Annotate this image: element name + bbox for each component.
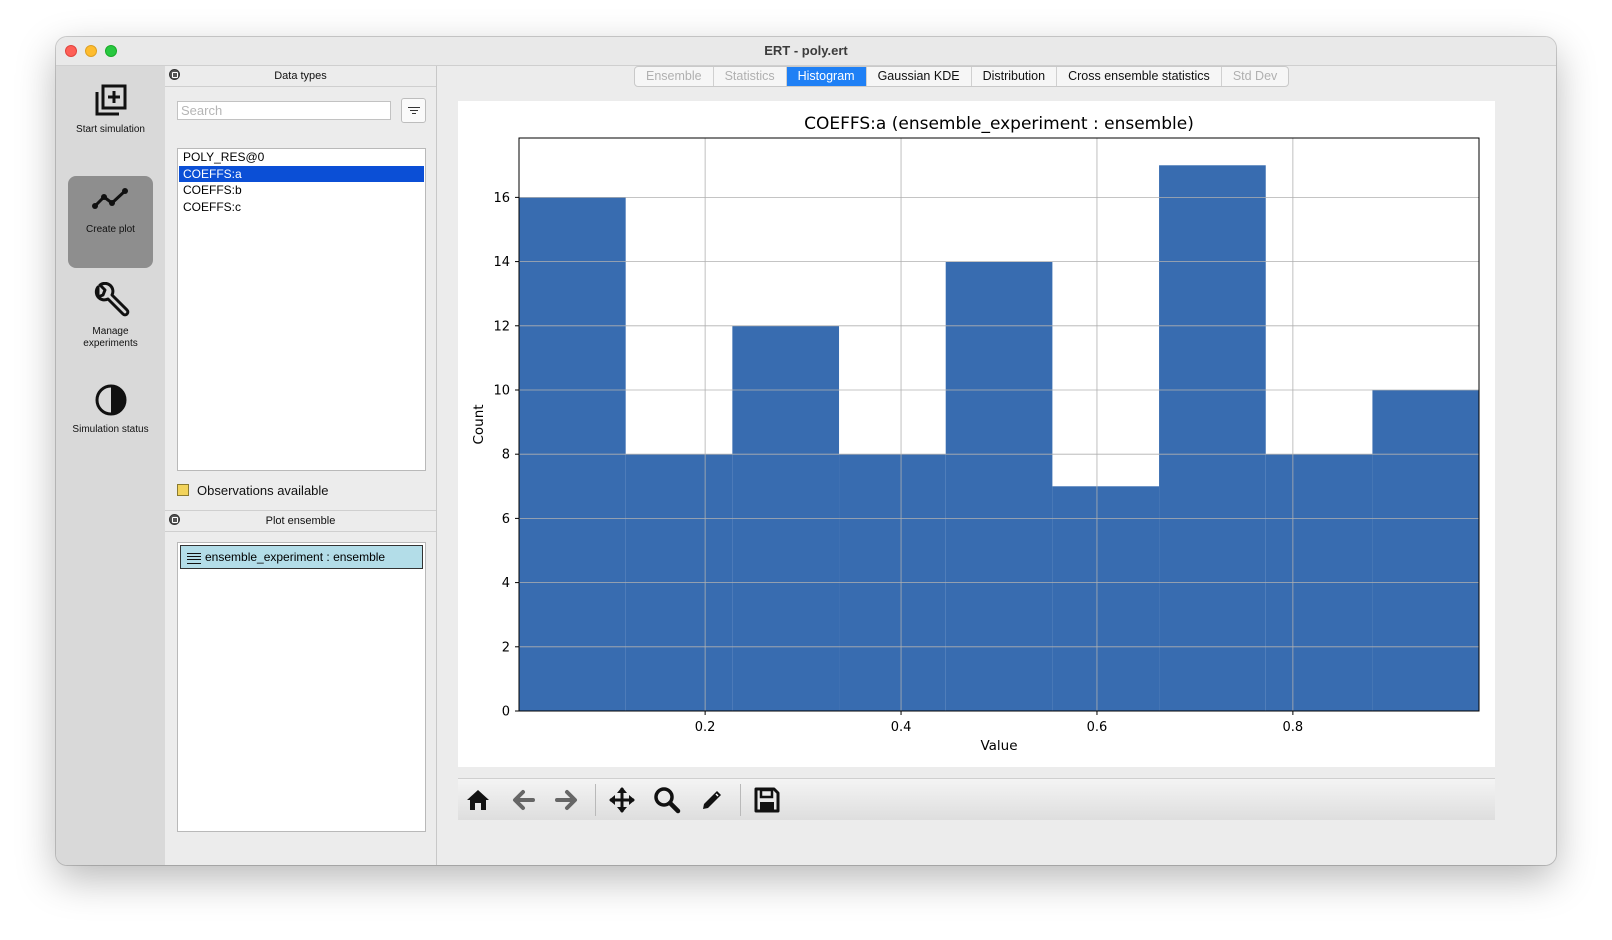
line-chart-icon — [91, 188, 128, 209]
x-tick-label: 0.2 — [695, 720, 716, 735]
tab-ensemble[interactable]: Ensemble — [635, 67, 714, 86]
plot-type-tabs: Ensemble Statistics Histogram Gaussian K… — [634, 66, 1290, 87]
histogram-figure: 0.2 0.4 0.6 0.8 0 2 4 6 8 10 12 14 16 COEFFS:a (ense… — [458, 101, 1495, 767]
drag-handle-icon[interactable] — [187, 553, 201, 564]
plot-ensemble-title: Plot ensemble — [265, 515, 336, 527]
window-title: ERT - poly.ert — [764, 43, 848, 58]
list-item[interactable]: COEFFS:b — [179, 182, 424, 199]
edit-pencil-icon[interactable] — [698, 786, 726, 814]
filter-button[interactable] — [401, 98, 426, 123]
data-types-title: Data types — [274, 70, 327, 82]
histogram-bar — [1372, 389, 1479, 711]
nav-label-simulation-status: Simulation status — [72, 424, 149, 435]
nav-manage-experiments[interactable]: Manage experiments — [68, 276, 153, 368]
toolbar-separator — [595, 784, 596, 816]
tab-std-dev[interactable]: Std Dev — [1222, 67, 1288, 86]
nav-label-create-plot: Create plot — [86, 224, 135, 235]
chart-title: COEFFS:a (ensemble_experiment : ensemble… — [804, 114, 1194, 134]
ensemble-item-label: ensemble_experiment : ensemble — [205, 550, 386, 564]
histogram-bar — [1052, 486, 1160, 711]
plot-toolbar — [458, 778, 1495, 820]
forward-arrow-icon[interactable] — [553, 786, 581, 814]
tab-cross-ensemble-statistics[interactable]: Cross ensemble statistics — [1057, 67, 1222, 86]
list-item[interactable]: COEFFS:c — [179, 199, 424, 216]
y-tick-label: 0 — [502, 705, 510, 720]
observations-label: Observations available — [197, 483, 329, 498]
app-window: ERT - poly.ert Start simulation Create p… — [56, 37, 1556, 865]
side-navigation: Start simulation Create plot Manage expe… — [56, 66, 165, 865]
list-item[interactable]: COEFFS:a — [179, 165, 424, 182]
save-floppy-icon[interactable] — [753, 786, 781, 814]
y-tick-label: 2 — [502, 640, 510, 655]
pan-move-icon[interactable] — [608, 786, 636, 814]
plot-ensemble-header: Plot ensemble — [165, 510, 436, 532]
x-tick-label: 0.8 — [1283, 720, 1304, 735]
toolbar-separator — [740, 784, 741, 816]
observations-legend: Observations available — [177, 483, 329, 498]
side-panel: Data types POLY_RES@0 COEFFS:a COEFFS:b … — [165, 66, 437, 865]
x-axis-label: Value — [980, 738, 1017, 754]
nav-label-start-simulation: Start simulation — [76, 124, 145, 135]
nav-create-plot[interactable]: Create plot — [68, 176, 153, 268]
search-input[interactable] — [177, 101, 391, 120]
histogram-bar — [1159, 165, 1266, 711]
histogram-chart: 0.2 0.4 0.6 0.8 0 2 4 6 8 10 12 14 16 COEFFS:a (ense… — [471, 114, 1480, 754]
tab-statistics[interactable]: Statistics — [714, 67, 787, 86]
data-types-list: POLY_RES@0 COEFFS:a COEFFS:b COEFFS:c — [177, 148, 426, 471]
home-icon[interactable] — [464, 786, 492, 814]
y-tick-label: 14 — [493, 255, 510, 270]
y-tick-label: 6 — [502, 512, 510, 527]
add-box-icon — [95, 84, 126, 116]
tab-gaussian-kde[interactable]: Gaussian KDE — [867, 67, 972, 86]
nav-start-simulation[interactable]: Start simulation — [68, 76, 153, 168]
tab-histogram[interactable]: Histogram — [786, 67, 867, 86]
y-tick-label: 8 — [502, 448, 510, 463]
x-tick-label: 0.6 — [1087, 720, 1108, 735]
ensemble-item[interactable]: ensemble_experiment : ensemble — [180, 545, 423, 569]
list-item[interactable]: POLY_RES@0 — [179, 149, 424, 166]
y-axis-label: Count — [471, 404, 487, 444]
y-tick-label: 4 — [502, 576, 510, 591]
zoom-magnifier-icon[interactable] — [653, 786, 681, 814]
data-types-header: Data types — [165, 66, 436, 87]
tab-distribution[interactable]: Distribution — [972, 67, 1058, 86]
y-tick-label: 16 — [493, 191, 510, 206]
contrast-circle-icon — [95, 384, 126, 416]
nav-simulation-status[interactable]: Simulation status — [68, 376, 153, 468]
wrench-icon — [94, 282, 129, 317]
nav-label-manage-experiments: Manage experiments — [83, 326, 138, 349]
y-tick-label: 10 — [493, 383, 510, 398]
x-tick-label: 0.4 — [891, 720, 912, 735]
plot-ensemble-list: ensemble_experiment : ensemble — [177, 542, 426, 832]
back-arrow-icon[interactable] — [509, 786, 537, 814]
plot-area: Ensemble Statistics Histogram Gaussian K… — [437, 66, 1556, 865]
filter-icon — [408, 107, 420, 108]
y-tick-label: 12 — [493, 319, 510, 334]
observations-swatch — [177, 484, 189, 496]
histogram-bar — [945, 261, 1053, 711]
title-bar: ERT - poly.ert — [56, 37, 1556, 66]
